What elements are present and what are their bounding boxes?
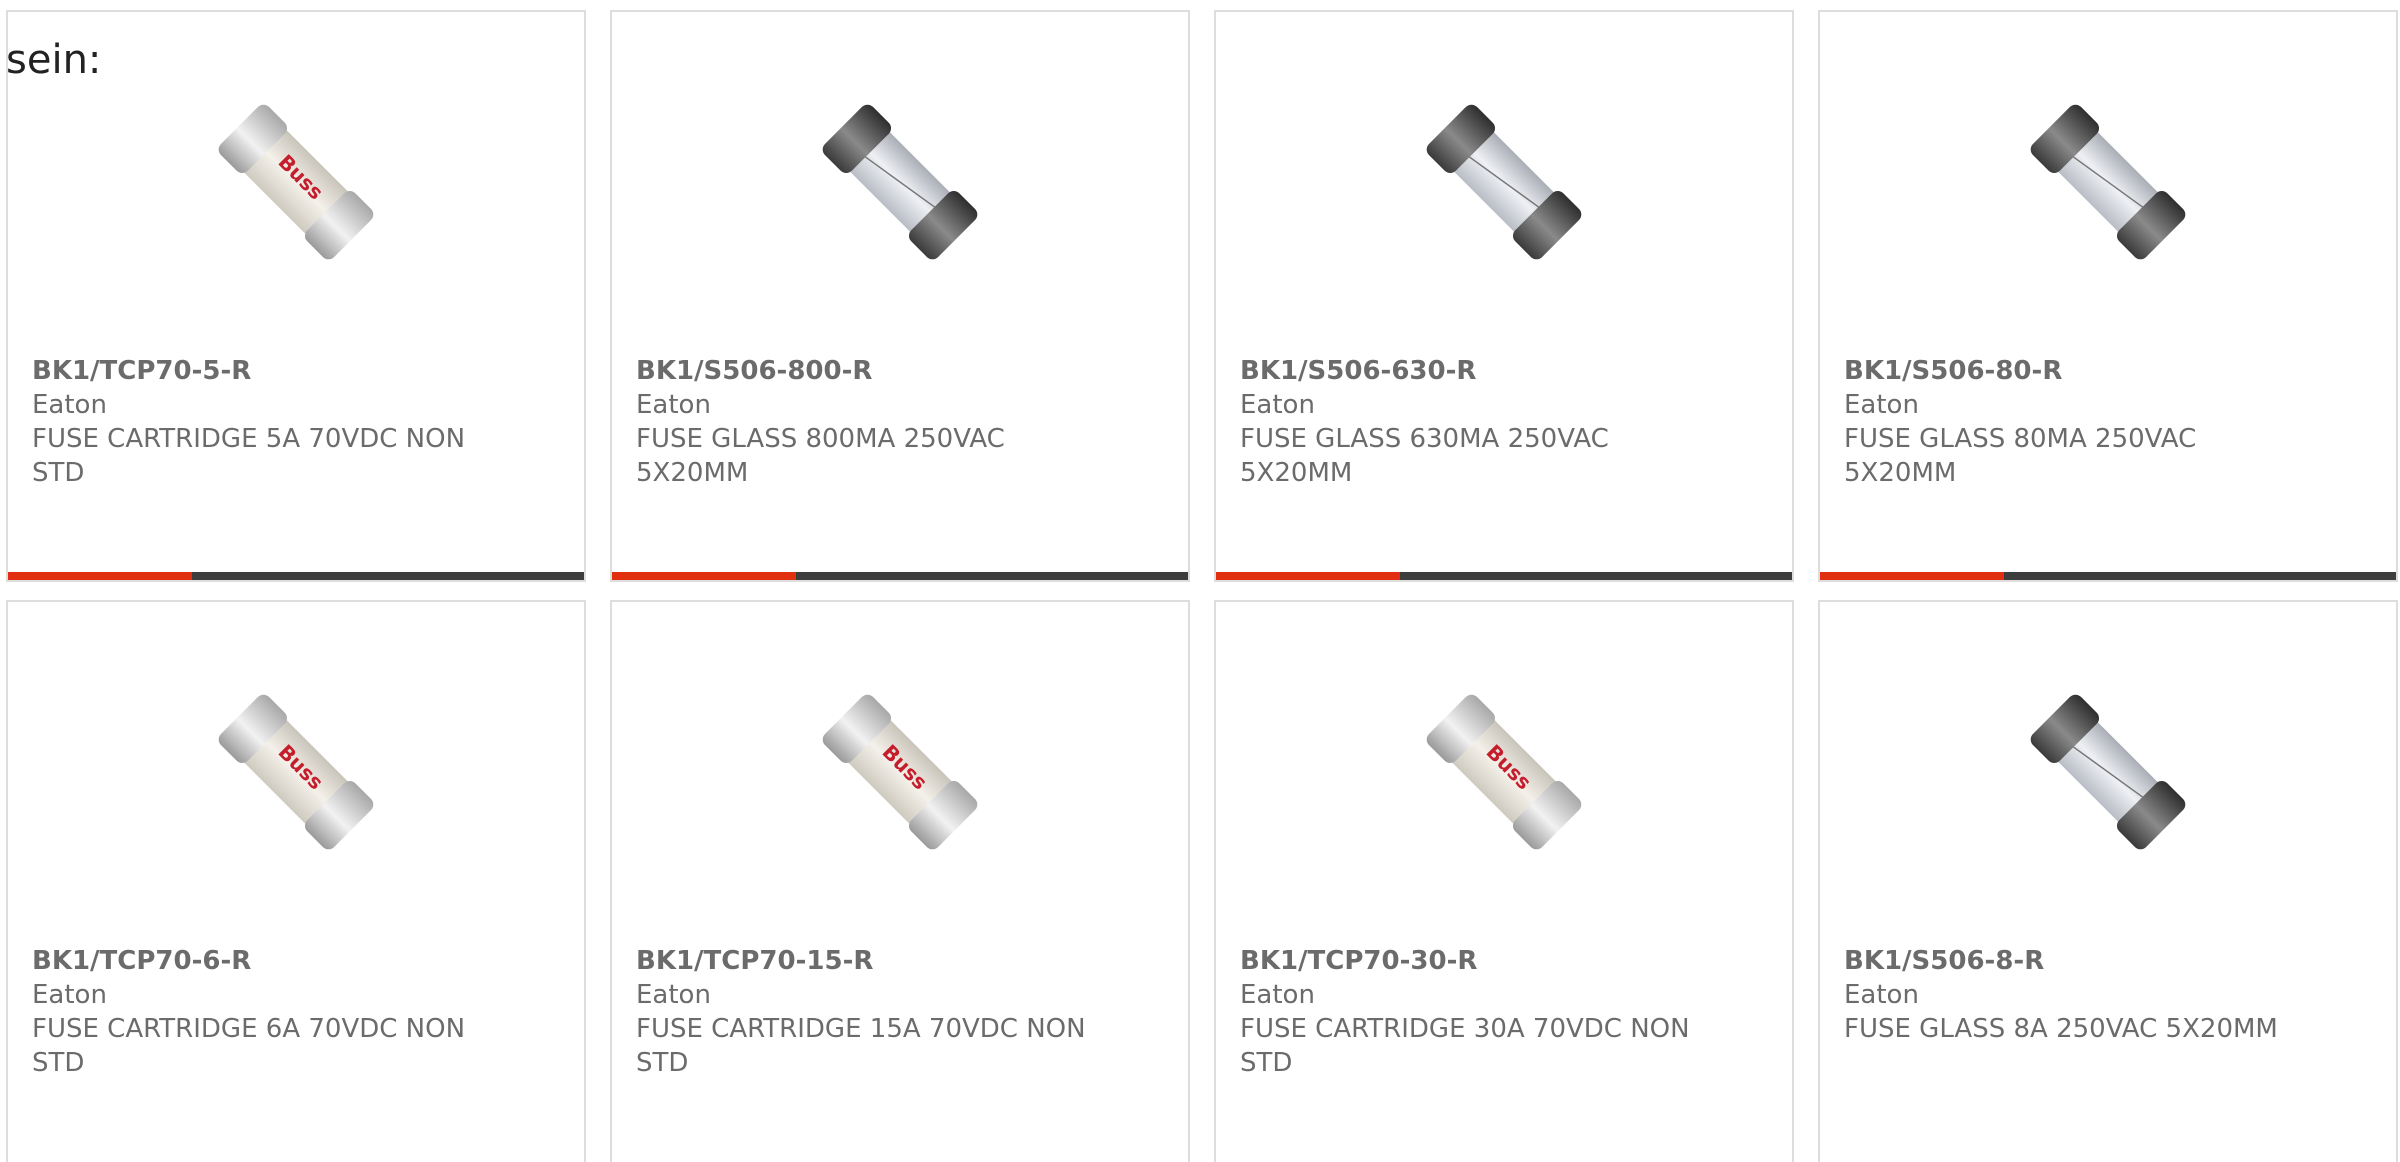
card-footer-bar <box>612 572 1188 580</box>
part-number[interactable]: BK1/TCP70-6-R <box>32 944 492 978</box>
product-description: FUSE GLASS 630MA 250VAC 5X20MM <box>1240 424 1609 488</box>
part-number[interactable]: BK1/S506-8-R <box>1844 944 2304 978</box>
product-info: BK1/S506-80-R Eaton FUSE GLASS 80MA 250V… <box>1844 354 2304 490</box>
product-info: BK1/S506-8-R Eaton FUSE GLASS 8A 250VAC … <box>1844 944 2304 1046</box>
part-number[interactable]: BK1/TCP70-15-R <box>636 944 1096 978</box>
product-info: BK1/TCP70-5-R Eaton FUSE CARTRIDGE 5A 70… <box>32 354 492 490</box>
ceramic-fuse-icon[interactable]: Buss <box>196 672 396 872</box>
product-card[interactable]: Buss BK1/TCP70-15-R Eaton FUSE CARTRIDGE… <box>610 600 1190 1162</box>
product-description: FUSE GLASS 8A 250VAC 5X20MM <box>1844 1014 2278 1044</box>
glass-fuse-icon[interactable] <box>2008 672 2208 872</box>
manufacturer: Eaton <box>636 980 711 1010</box>
product-card[interactable]: BK1/S506-80-R Eaton FUSE GLASS 80MA 250V… <box>1818 10 2398 582</box>
manufacturer: Eaton <box>1844 390 1919 420</box>
product-card[interactable]: Buss BK1/TCP70-30-R Eaton FUSE CARTRIDGE… <box>1214 600 1794 1162</box>
part-number[interactable]: BK1/TCP70-30-R <box>1240 944 1700 978</box>
product-card[interactable]: BK1/S506-630-R Eaton FUSE GLASS 630MA 25… <box>1214 10 1794 582</box>
intro-text: sein: <box>6 37 102 83</box>
card-accent <box>612 572 796 580</box>
product-info: BK1/TCP70-15-R Eaton FUSE CARTRIDGE 15A … <box>636 944 1096 1080</box>
product-description: FUSE CARTRIDGE 15A 70VDC NON STD <box>636 1014 1086 1078</box>
ceramic-fuse-icon[interactable]: Buss <box>196 82 396 282</box>
part-number[interactable]: BK1/S506-800-R <box>636 354 1096 388</box>
card-accent <box>1216 572 1400 580</box>
glass-fuse-icon[interactable] <box>800 82 1000 282</box>
part-number[interactable]: BK1/S506-630-R <box>1240 354 1700 388</box>
glass-fuse-icon[interactable] <box>2008 82 2208 282</box>
manufacturer: Eaton <box>1844 980 1919 1010</box>
glass-fuse-icon[interactable] <box>1404 82 1604 282</box>
card-footer-bar <box>8 572 584 580</box>
ceramic-fuse-icon[interactable]: Buss <box>1404 672 1604 872</box>
card-accent <box>1820 572 2004 580</box>
manufacturer: Eaton <box>32 980 107 1010</box>
product-description: FUSE GLASS 80MA 250VAC 5X20MM <box>1844 424 2197 488</box>
product-card[interactable]: BK1/S506-8-R Eaton FUSE GLASS 8A 250VAC … <box>1818 600 2398 1162</box>
product-info: BK1/TCP70-30-R Eaton FUSE CARTRIDGE 30A … <box>1240 944 1700 1080</box>
manufacturer: Eaton <box>1240 980 1315 1010</box>
card-footer-bar <box>1216 572 1792 580</box>
product-description: FUSE CARTRIDGE 30A 70VDC NON STD <box>1240 1014 1690 1078</box>
product-card[interactable]: Buss BK1/TCP70-6-R Eaton FUSE CARTRIDGE … <box>6 600 586 1162</box>
product-description: FUSE CARTRIDGE 5A 70VDC NON STD <box>32 424 466 488</box>
product-description: FUSE GLASS 800MA 250VAC 5X20MM <box>636 424 1005 488</box>
product-info: BK1/S506-800-R Eaton FUSE GLASS 800MA 25… <box>636 354 1096 490</box>
manufacturer: Eaton <box>1240 390 1315 420</box>
part-number[interactable]: BK1/S506-80-R <box>1844 354 2304 388</box>
product-info: BK1/TCP70-6-R Eaton FUSE CARTRIDGE 6A 70… <box>32 944 492 1080</box>
ceramic-fuse-icon[interactable]: Buss <box>800 672 1000 872</box>
product-grid-page: sein: Buss BK1/TCP70-5-R Eaton FUSE CART… <box>0 0 2400 1162</box>
product-card[interactable]: BK1/S506-800-R Eaton FUSE GLASS 800MA 25… <box>610 10 1190 582</box>
manufacturer: Eaton <box>636 390 711 420</box>
product-description: FUSE CARTRIDGE 6A 70VDC NON STD <box>32 1014 466 1078</box>
manufacturer: Eaton <box>32 390 107 420</box>
card-accent <box>8 572 192 580</box>
product-info: BK1/S506-630-R Eaton FUSE GLASS 630MA 25… <box>1240 354 1700 490</box>
part-number[interactable]: BK1/TCP70-5-R <box>32 354 492 388</box>
card-footer-bar <box>1820 572 2396 580</box>
product-card[interactable]: Buss BK1/TCP70-5-R Eaton FUSE CARTRIDGE … <box>6 10 586 582</box>
